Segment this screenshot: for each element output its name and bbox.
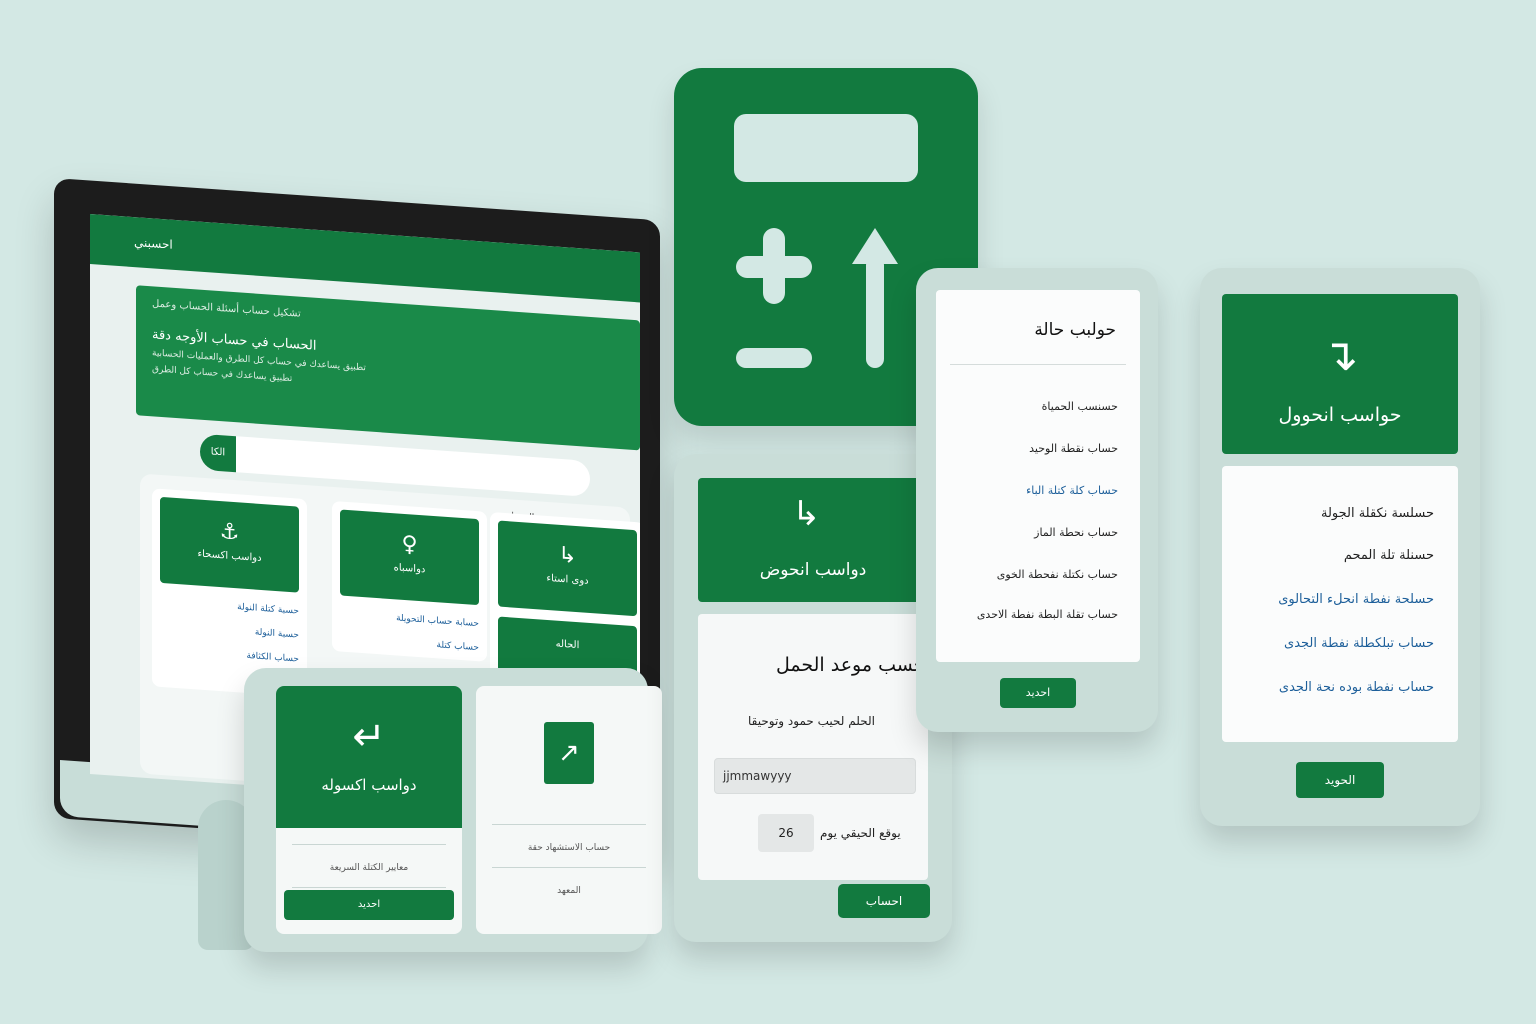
phone-right-header: ↴ حواسب انحوول	[1222, 294, 1458, 454]
list-item[interactable]: حساب نقطة الوحيد	[1029, 442, 1118, 455]
date-input[interactable]: jjmmawyyy	[714, 758, 916, 794]
tablet-card-1-button[interactable]: احديد	[284, 890, 454, 920]
card-2-link[interactable]: حساب كتلة	[340, 633, 479, 653]
phone-list-body: حولبب حالة حسنسب الحمياة حساب نقطة الوحي…	[936, 290, 1140, 662]
phone-center-header: ↳ دواسب انحوض	[698, 478, 928, 602]
card-1-link[interactable]: حساب الكثافة	[160, 645, 299, 665]
card-1-header: ⚓ دواسب اكسحاء	[160, 496, 299, 593]
calculator-display-shape	[734, 114, 918, 182]
external-link-icon: ↗	[544, 722, 594, 784]
corner-arrow-icon: ↳	[558, 542, 577, 570]
card-1-link[interactable]: حسبة النولة	[160, 621, 299, 641]
divider	[950, 364, 1126, 365]
card-3-header: ↳ دوى استاء	[498, 520, 637, 617]
tablet-card-2-link[interactable]: المعهد	[476, 886, 662, 896]
card-2-title: دواسباه	[393, 562, 426, 576]
divider	[292, 844, 446, 845]
up-arrow-icon	[866, 256, 884, 368]
card-1-link[interactable]: حسبة كتلة النولة	[160, 597, 299, 616]
corner-arrow-icon: ↳	[792, 494, 821, 534]
cycle-length-label: يوقع الحيقي يوم	[820, 826, 901, 840]
phone-center: ↳ دواسب انحوض حسب موعد الحمل الحلم لحيب …	[674, 454, 952, 942]
tablet-card-1-title: دواسب اكسوله	[321, 776, 417, 794]
divider	[492, 824, 646, 825]
card-1-title: دواسب اكسحاء	[197, 548, 262, 564]
list-item[interactable]: حسلسة نكقلة الجولة	[1321, 506, 1434, 521]
list-item[interactable]: حساب نفطة بوده نحة الجدى	[1279, 680, 1434, 695]
tablet-card-2: ↗ حساب الاستشهاد حقة المعهد	[476, 686, 662, 934]
list-item[interactable]: حسنسب الحمياة	[1042, 400, 1118, 413]
phone-right: ↴ حواسب انحوول حسلسة نكقلة الجولة حسنلة …	[1200, 268, 1480, 826]
tablet-card-1-header: ↵ دواسب اكسوله	[276, 686, 462, 828]
monitor-app-title: احسبني	[134, 235, 173, 252]
cycle-length-input[interactable]: 26	[758, 814, 814, 852]
phone-right-button[interactable]: الحويد	[1296, 762, 1384, 798]
list-item[interactable]: حساب كلة كتلة الباء	[1026, 484, 1118, 497]
list-item[interactable]: حساب تقلة البطة نفطة الاحدى	[977, 608, 1118, 621]
calculate-button[interactable]: احساب	[838, 884, 930, 918]
phone-list-title: حولبب حالة	[1034, 320, 1116, 340]
list-item[interactable]: حسلحة نفطة انحلء التحالوى	[1278, 592, 1434, 607]
monitor-card-1[interactable]: ⚓ دواسب اكسحاء حسبة كتلة النولة حسبة الن…	[152, 488, 307, 698]
card-3-title: دوى استاء	[546, 572, 589, 587]
bracket-arrow-icon: ↴	[1321, 330, 1359, 381]
tablet-card-1-text: معايير الكتلة السريعة	[329, 863, 409, 873]
list-item[interactable]: حسنلة تلة المحم	[1344, 548, 1434, 563]
bracket-arrow-icon: ↵	[352, 714, 386, 760]
phone-list-button[interactable]: احديد	[1000, 678, 1076, 708]
tablet-card-2-text: حساب الاستشهاد حقة	[527, 843, 611, 853]
card-3-link[interactable]: الحاله	[556, 639, 580, 652]
monitor-hero-banner: تشكيل حساب أسئلة الحساب وعمل الحساب في ح…	[136, 285, 640, 451]
phone-list: حولبب حالة حسنسب الحمياة حساب نقطة الوحي…	[916, 268, 1158, 732]
list-item[interactable]: حساب نحطة الماز	[1034, 526, 1118, 539]
monitor-card-2[interactable]: ♀ دواسباه حسابة حساب التحويلة حساب كتلة	[332, 500, 487, 662]
phone-right-body: حسلسة نكقلة الجولة حسنلة تلة المحم حسلحة…	[1222, 466, 1458, 742]
search-pill[interactable]: الكا	[200, 433, 236, 473]
list-item[interactable]: حساب نكتلة نفحطة الخوى	[997, 568, 1118, 581]
phone-center-header-title: دواسب انحوض	[759, 560, 867, 580]
list-item[interactable]: حساب تبلكطلة نفطة الجدى	[1284, 636, 1434, 651]
plus-icon	[763, 228, 785, 304]
tablet-device: ↵ دواسب اكسوله معايير الكتلة السريعة احد…	[244, 668, 662, 952]
form-title: حسب موعد الحمل	[776, 654, 926, 676]
divider	[492, 867, 646, 868]
female-symbol-icon: ♀	[401, 531, 418, 558]
form-description: الحلم لحيب حمود وتوحيقا	[748, 714, 875, 728]
card-2-header: ♀ دواسباه	[340, 509, 479, 606]
divider	[292, 887, 446, 888]
minus-icon	[736, 348, 812, 368]
tablet-card-1: ↵ دواسب اكسوله معايير الكتلة السريعة احد…	[276, 686, 462, 934]
microscope-icon: ⚓	[219, 519, 240, 546]
card-2-link[interactable]: حسابة حساب التحويلة	[340, 609, 479, 629]
phone-right-header-title: حواسب انحوول	[1278, 404, 1402, 426]
phone-center-form: حسب موعد الحمل الحلم لحيب حمود وتوحيقا j…	[698, 614, 928, 880]
